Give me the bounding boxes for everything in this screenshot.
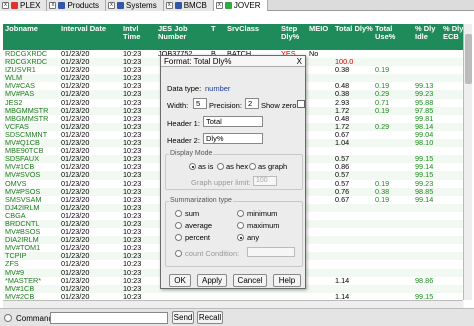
table-cell: 1.04	[335, 138, 350, 148]
graph-upper-select[interactable]: 100	[253, 176, 277, 186]
as-is-radio[interactable]	[189, 163, 196, 170]
tab-label: Products	[67, 1, 100, 10]
header1-label: Header 1:	[167, 119, 200, 128]
ok-button[interactable]: OK	[169, 274, 191, 287]
any-radio[interactable]	[237, 234, 244, 241]
tab-label: PLEX	[20, 1, 41, 10]
column-header[interactable]: % Dly Idle	[415, 25, 441, 41]
column-header[interactable]: JES Job Number	[158, 25, 209, 41]
tab-systems[interactable]: x Systems	[106, 0, 164, 11]
green-square-icon	[224, 2, 232, 9]
as-is-label: as is	[198, 162, 214, 171]
table-header: Jobname Interval Date Intvl Time JES Job Nu…	[3, 24, 464, 50]
table-cell: 98.86	[415, 275, 434, 285]
table-cell: 0.67	[335, 194, 350, 204]
blue-square-icon	[174, 2, 182, 9]
horizontal-scrollbar[interactable]	[3, 300, 463, 308]
summarization-label: Summarization type	[169, 197, 233, 204]
count-condition-label: count Condition:	[185, 249, 240, 258]
column-header[interactable]: MEIO	[309, 25, 333, 33]
dialog-title: Format: Total Dly%	[164, 57, 232, 66]
tab-label: Systems	[126, 1, 157, 10]
maximum-label: maximum	[247, 221, 280, 230]
tab-products[interactable]: x Products	[47, 0, 107, 11]
show-zero-label: Show zero	[261, 101, 297, 110]
condition-input[interactable]	[247, 247, 295, 257]
command-input[interactable]	[50, 312, 168, 324]
table-cell: 0.19	[375, 65, 390, 75]
recall-button[interactable]: Recall	[197, 311, 223, 324]
close-tab-icon[interactable]: x	[215, 2, 223, 9]
column-header[interactable]: Intvl Time	[123, 25, 156, 41]
vertical-scrollbar[interactable]	[463, 24, 472, 300]
blue-square-icon	[58, 2, 66, 9]
column-header[interactable]: Total Use%	[375, 25, 413, 41]
any-label: any	[247, 233, 260, 242]
column-header[interactable]: Total Dly%	[335, 25, 373, 33]
percent-radio[interactable]	[175, 234, 182, 241]
apply-button[interactable]: Apply	[197, 274, 227, 287]
format-dialog: Format: Total Dly% X Data type: number W…	[160, 55, 306, 289]
close-tab-icon[interactable]: x	[108, 2, 116, 9]
table-cell: No	[309, 49, 319, 58]
as-graph-label: as graph	[258, 162, 288, 171]
sum-label: sum	[185, 209, 200, 218]
table-cell: 99.14	[415, 194, 434, 204]
column-header[interactable]: Jobname	[5, 25, 59, 33]
column-header[interactable]: Interval Date	[61, 25, 121, 33]
count-radio[interactable]	[175, 250, 182, 257]
send-button[interactable]: Send	[172, 311, 194, 324]
graph-upper-label: Graph upper limit:	[191, 178, 251, 187]
sum-radio[interactable]	[175, 210, 182, 217]
average-radio[interactable]	[175, 222, 182, 229]
command-bar: Command: Send Recall	[0, 308, 474, 326]
red-square-icon	[11, 2, 18, 9]
column-header[interactable]: Step Dly%	[281, 25, 307, 41]
scroll-thumb[interactable]	[465, 34, 472, 84]
data-type-value: number	[205, 84, 231, 93]
show-zero-checkbox[interactable]	[297, 100, 305, 108]
precision-input[interactable]: 2	[245, 98, 259, 109]
help-button[interactable]: Help	[273, 274, 301, 287]
as-graph-radio[interactable]	[249, 163, 256, 170]
as-hex-label: as hex	[226, 162, 249, 171]
precision-label: Precision:	[209, 101, 242, 110]
close-tab-icon[interactable]: x	[2, 2, 9, 9]
close-icon[interactable]: X	[297, 56, 302, 67]
tab-label: BMCB	[183, 1, 207, 10]
tab-label: JOVER	[233, 1, 261, 10]
column-header[interactable]: SrvClass	[227, 25, 279, 33]
data-type-label: Data type:	[167, 84, 202, 93]
as-hex-radio[interactable]	[217, 163, 224, 170]
table-cell: 98.10	[415, 138, 434, 148]
average-label: average	[185, 221, 213, 230]
width-label: Width:	[167, 101, 189, 110]
maximum-radio[interactable]	[237, 222, 244, 229]
table-cell: 0.38	[335, 65, 350, 75]
width-input[interactable]: 5	[193, 98, 207, 109]
header2-input[interactable]: Dly%	[203, 133, 263, 144]
minimum-radio[interactable]	[237, 210, 244, 217]
command-icon[interactable]	[4, 314, 12, 322]
tab-plex[interactable]: x PLEX	[0, 0, 48, 11]
header2-label: Header 2:	[167, 136, 200, 145]
close-tab-icon[interactable]: x	[165, 2, 173, 9]
tab-bar: x PLEX x Products x Systems x BMCB x JOVER	[0, 0, 474, 11]
tab-bmcb[interactable]: x BMCB	[163, 0, 214, 11]
tab-jover[interactable]: x JOVER	[213, 0, 268, 11]
display-mode-label: Display Mode	[169, 150, 214, 157]
table-cell: 0.29	[375, 121, 390, 131]
table-cell: 0.19	[375, 194, 390, 204]
column-header[interactable]: T	[211, 25, 225, 33]
blue-square-icon	[117, 2, 125, 9]
close-tab-icon[interactable]: x	[49, 2, 57, 9]
table-cell: 0.19	[375, 105, 390, 115]
percent-label: percent	[185, 233, 211, 242]
cancel-button[interactable]: Cancel	[233, 274, 267, 287]
table-cell: 1.14	[335, 275, 350, 285]
dialog-title-bar: Format: Total Dly% X	[161, 56, 305, 67]
header1-input[interactable]: Total	[203, 116, 263, 127]
minimum-label: minimum	[247, 209, 278, 218]
